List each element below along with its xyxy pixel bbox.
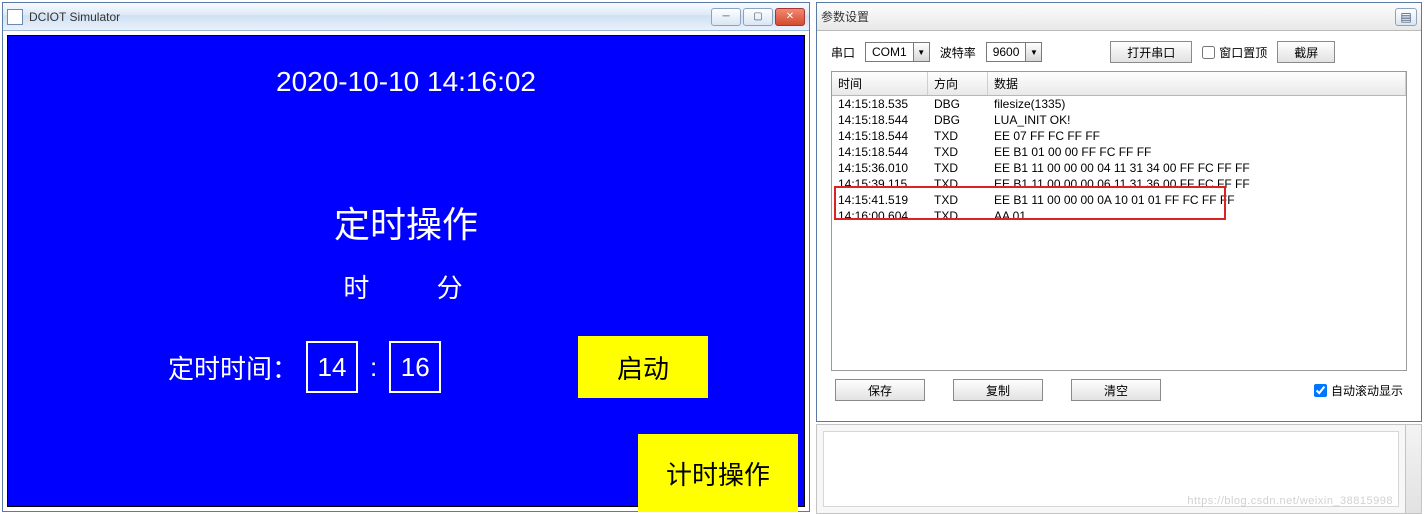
table-row[interactable]: 14:15:18.544 TXD EE B1 01 00 00 FF FC FF… bbox=[832, 144, 1406, 160]
minimize-button[interactable]: ─ bbox=[711, 8, 741, 26]
screenshot-button[interactable]: 截屏 bbox=[1277, 41, 1335, 63]
cell-data: AA 01 bbox=[988, 208, 1406, 224]
cell-dir: TXD bbox=[928, 128, 988, 144]
simulator-window: DCIOT Simulator ─ ▢ ✕ 2020-10-10 14:16:0… bbox=[2, 2, 810, 512]
cell-time: 14:15:18.544 bbox=[832, 112, 928, 128]
baud-label: 波特率 bbox=[940, 44, 976, 61]
cell-data: EE B1 01 00 00 FF FC FF FF bbox=[988, 144, 1406, 160]
autoscroll-checkbox[interactable]: 自动滚动显示 bbox=[1314, 382, 1403, 399]
help-button[interactable]: ▤ bbox=[1395, 8, 1417, 26]
clear-button[interactable]: 清空 bbox=[1071, 379, 1161, 401]
cell-time: 14:15:18.544 bbox=[832, 128, 928, 144]
baud-value: 9600 bbox=[987, 45, 1026, 59]
cell-dir: TXD bbox=[928, 160, 988, 176]
close-button[interactable]: ✕ bbox=[775, 8, 805, 26]
app-icon bbox=[7, 9, 23, 25]
window-title: DCIOT Simulator bbox=[29, 10, 120, 24]
settings-body: 串口 COM1 ▼ 波特率 9600 ▼ 打开串口 窗口置顶 截屏 时间 方向 … bbox=[823, 35, 1415, 415]
pin-label: 窗口置顶 bbox=[1219, 44, 1267, 61]
cell-time: 14:15:41.519 bbox=[832, 192, 928, 208]
table-row[interactable]: 14:15:18.544 DBG LUA_INIT OK! bbox=[832, 112, 1406, 128]
cell-data: EE B1 11 00 00 00 0A 10 01 01 FF FC FF F… bbox=[988, 192, 1406, 208]
autoscroll-checkbox-input[interactable] bbox=[1314, 384, 1327, 397]
cell-time: 14:15:36.010 bbox=[832, 160, 928, 176]
baud-select[interactable]: 9600 ▼ bbox=[986, 42, 1043, 62]
cell-dir: DBG bbox=[928, 96, 988, 112]
serial-value: COM1 bbox=[866, 45, 913, 59]
table-row[interactable]: 14:15:18.535 DBG filesize(1335) bbox=[832, 96, 1406, 112]
cell-data: EE 07 FF FC FF FF bbox=[988, 128, 1406, 144]
datetime-display: 2020-10-10 14:16:02 bbox=[8, 66, 804, 98]
cell-dir: TXD bbox=[928, 176, 988, 192]
table-row[interactable]: 14:15:39.115 TXD EE B1 11 00 00 00 06 11… bbox=[832, 176, 1406, 192]
col-data[interactable]: 数据 bbox=[988, 72, 1406, 95]
serial-label: 串口 bbox=[831, 44, 855, 61]
cell-data: filesize(1335) bbox=[988, 96, 1406, 112]
minute-input[interactable]: 16 bbox=[389, 341, 441, 393]
cell-time: 14:15:18.544 bbox=[832, 144, 928, 160]
chevron-down-icon: ▼ bbox=[1025, 43, 1041, 61]
schedule-row: 定时时间： 14 : 16 bbox=[168, 341, 449, 393]
titlebar[interactable]: 参数设置 ▤ bbox=[817, 3, 1421, 31]
scrollbar[interactable] bbox=[1405, 425, 1421, 513]
settings-window: 参数设置 ▤ 串口 COM1 ▼ 波特率 9600 ▼ 打开串口 窗口置顶 截屏 bbox=[816, 2, 1422, 422]
pin-checkbox[interactable]: 窗口置顶 bbox=[1202, 44, 1267, 61]
cell-dir: TXD bbox=[928, 208, 988, 224]
col-time[interactable]: 时间 bbox=[832, 72, 928, 95]
top-controls: 串口 COM1 ▼ 波特率 9600 ▼ 打开串口 窗口置顶 截屏 bbox=[823, 35, 1415, 69]
page-heading: 定时操作 bbox=[8, 196, 804, 248]
table-header: 时间 方向 数据 bbox=[832, 72, 1406, 96]
time-colon: : bbox=[370, 352, 377, 383]
chevron-down-icon: ▼ bbox=[913, 43, 929, 61]
hour-minute-labels: 时 分 bbox=[8, 268, 804, 305]
start-button[interactable]: 启动 bbox=[578, 336, 708, 398]
cell-dir: TXD bbox=[928, 192, 988, 208]
minute-label: 分 bbox=[437, 273, 469, 303]
open-serial-button[interactable]: 打开串口 bbox=[1110, 41, 1192, 63]
copy-button[interactable]: 复制 bbox=[953, 379, 1043, 401]
table-row[interactable]: 14:15:18.544 TXD EE 07 FF FC FF FF bbox=[832, 128, 1406, 144]
table-rows: 14:15:18.535 DBG filesize(1335)14:15:18.… bbox=[832, 96, 1406, 224]
table-row[interactable]: 14:15:36.010 TXD EE B1 11 00 00 00 04 11… bbox=[832, 160, 1406, 176]
simulator-canvas: 2020-10-10 14:16:02 定时操作 时 分 定时时间： 14 : … bbox=[7, 35, 805, 507]
cell-data: EE B1 11 00 00 00 06 11 31 36 00 FF FC F… bbox=[988, 176, 1406, 192]
schedule-label: 定时时间： bbox=[168, 349, 298, 386]
residual-panel: https://blog.csdn.net/weixin_38815998 bbox=[816, 424, 1422, 514]
cell-dir: TXD bbox=[928, 144, 988, 160]
cell-dir: DBG bbox=[928, 112, 988, 128]
timer-operation-button[interactable]: 计时操作 bbox=[638, 434, 798, 512]
bottom-controls: 保存 复制 清空 自动滚动显示 bbox=[823, 371, 1415, 401]
log-table: 时间 方向 数据 14:15:18.535 DBG filesize(1335)… bbox=[831, 71, 1407, 371]
cell-data: EE B1 11 00 00 00 04 11 31 34 00 FF FC F… bbox=[988, 160, 1406, 176]
hour-label: 时 bbox=[343, 273, 375, 303]
table-row[interactable]: 14:16:00.604 TXD AA 01 bbox=[832, 208, 1406, 224]
cell-time: 14:15:39.115 bbox=[832, 176, 928, 192]
cell-data: LUA_INIT OK! bbox=[988, 112, 1406, 128]
autoscroll-label: 自动滚动显示 bbox=[1331, 382, 1403, 399]
maximize-button[interactable]: ▢ bbox=[743, 8, 773, 26]
cell-time: 14:16:00.604 bbox=[832, 208, 928, 224]
serial-select[interactable]: COM1 ▼ bbox=[865, 42, 930, 62]
save-button[interactable]: 保存 bbox=[835, 379, 925, 401]
table-row[interactable]: 14:15:41.519 TXD EE B1 11 00 00 00 0A 10… bbox=[832, 192, 1406, 208]
window-title: 参数设置 bbox=[821, 8, 869, 25]
titlebar[interactable]: DCIOT Simulator ─ ▢ ✕ bbox=[3, 3, 809, 31]
watermark: https://blog.csdn.net/weixin_38815998 bbox=[1187, 495, 1393, 507]
cell-time: 14:15:18.535 bbox=[832, 96, 928, 112]
pin-checkbox-input[interactable] bbox=[1202, 46, 1215, 59]
col-dir[interactable]: 方向 bbox=[928, 72, 988, 95]
hour-input[interactable]: 14 bbox=[306, 341, 358, 393]
